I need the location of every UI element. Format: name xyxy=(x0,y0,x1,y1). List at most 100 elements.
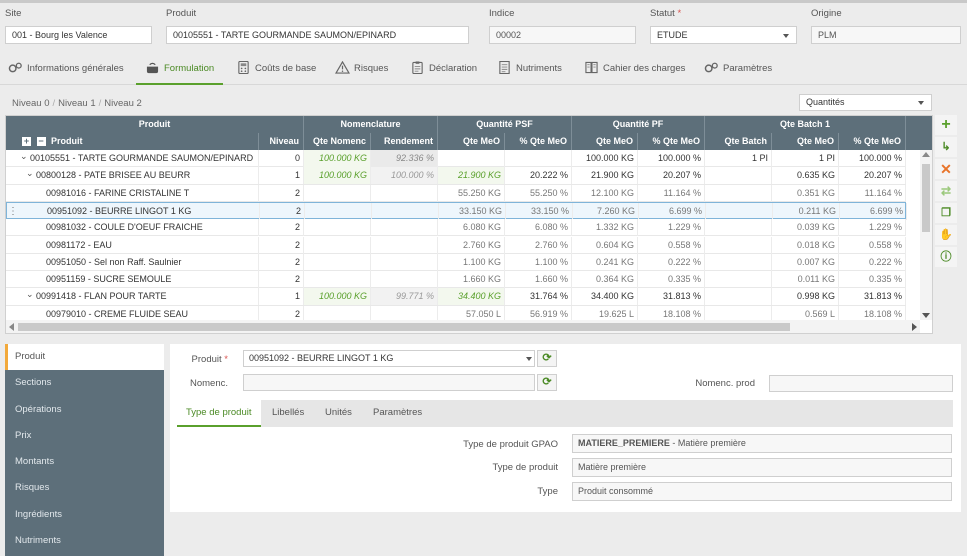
table-row[interactable]: 00951050 - Sel non Raff. Saulnier 2 1.100 … xyxy=(6,253,906,272)
tab-parametres[interactable]: Paramètres xyxy=(704,55,772,85)
chevron-down-icon[interactable]: ⌄ xyxy=(26,288,34,303)
type-input[interactable]: Produit consommé xyxy=(572,482,952,501)
nomenc-input[interactable] xyxy=(243,374,535,391)
cell-qn xyxy=(305,202,372,220)
sidebar-item-montants[interactable]: Montants xyxy=(5,449,164,475)
insert-child-icon[interactable]: ↳ xyxy=(935,137,957,157)
statut-label: Statut * xyxy=(650,8,797,21)
chevron-down-icon[interactable]: ⌄ xyxy=(26,167,34,182)
swap-icon[interactable]: ⇄ xyxy=(935,181,957,201)
sidebar-item-sections[interactable]: Sections xyxy=(5,370,164,396)
statut-select[interactable]: ETUDE xyxy=(650,26,797,44)
table-row[interactable]: ⌄ 00991418 - FLAN POUR TARTE 1 100.000 KG 99… xyxy=(6,288,906,306)
subtab-unites[interactable]: Unités xyxy=(325,400,352,427)
col-header-pf-pct-qte-meo[interactable]: % Qte MeO xyxy=(638,133,705,150)
gears-icon xyxy=(8,62,22,73)
vertical-scrollbar[interactable] xyxy=(920,150,932,320)
col-header-rendement[interactable]: Rendement xyxy=(371,133,438,150)
col-header-psf-qte-meo[interactable]: Qte MeO xyxy=(438,133,505,150)
collapse-all-icon[interactable]: − xyxy=(36,137,46,147)
expand-all-icon[interactable]: + xyxy=(22,137,31,147)
subtab-libelles[interactable]: Libellés xyxy=(272,400,304,427)
tab-nutriments[interactable]: Nutriments xyxy=(497,55,562,85)
gears-icon xyxy=(704,62,718,73)
col-header-qte-nomenc[interactable]: Qte Nomenc xyxy=(304,133,371,150)
table-row[interactable]: ⌄ 00105551 - TARTE GOURMANDE SAUMON/EPINA… xyxy=(6,150,906,168)
cell-pf: 12.100 KG xyxy=(572,184,638,202)
nomenc-prod-input[interactable] xyxy=(769,375,953,392)
table-row[interactable]: 00981016 - FARINE CRISTALINE T 2 55.250 KG… xyxy=(6,184,906,202)
breadcrumb-niveau-0[interactable]: Niveau 0 xyxy=(12,98,50,109)
cell-bq: 0.351 KG xyxy=(772,184,839,202)
cell-produit-text: 00951050 - Sel non Raff. Saulnier xyxy=(46,256,182,267)
tab-risques[interactable]: Risques xyxy=(335,55,388,85)
table-row[interactable]: 00981032 - COULE D'OEUF FRAICHE 2 6.080 KG… xyxy=(6,219,906,237)
scroll-right-icon[interactable] xyxy=(912,323,917,331)
cell-produit-text: 00979010 - CREME FLUIDE SEAU xyxy=(46,308,189,319)
tab-formulation[interactable]: Formulation xyxy=(136,55,224,85)
col-header-pf-qte-meo[interactable]: Qte MeO xyxy=(572,133,638,150)
cell-bq: 0.018 KG xyxy=(772,236,839,254)
scroll-up-icon[interactable] xyxy=(922,152,930,157)
tab-declaration[interactable]: Déclaration xyxy=(410,55,477,85)
refresh-icon[interactable]: ⟳ xyxy=(537,350,557,367)
nomenc-label: Nomenc. xyxy=(189,378,228,389)
table-row[interactable]: 00981172 - EAU 2 2.760 KG 2.760 % 0.604 KG 0.… xyxy=(6,236,906,254)
cell-niv: 2 xyxy=(259,271,304,289)
tab-cahier-des-charges[interactable]: Cahier des charges xyxy=(584,55,685,85)
sidebar-item-prix[interactable]: Prix xyxy=(5,423,164,449)
col-header-niveau[interactable]: Niveau xyxy=(259,133,304,150)
sidebar-item-risques[interactable]: Risques xyxy=(5,475,164,501)
subtab-parametres[interactable]: Paramètres xyxy=(373,400,422,427)
col-header-psf-pct-qte-meo[interactable]: % Qte MeO xyxy=(505,133,572,150)
warning-icon xyxy=(335,60,350,74)
info-icon[interactable]: ⓘ xyxy=(935,247,957,267)
scroll-down-icon[interactable] xyxy=(922,313,930,318)
sidebar-item-operations[interactable]: Opérations xyxy=(5,397,164,423)
site-input[interactable]: 001 - Bourg les Valence xyxy=(5,26,152,44)
chevron-down-icon xyxy=(526,357,532,361)
refresh-icon[interactable]: ⟳ xyxy=(537,374,557,391)
origine-input[interactable]: PLM xyxy=(811,26,961,44)
indice-input[interactable]: 00002 xyxy=(489,26,636,44)
breadcrumb-niveau-2[interactable]: Niveau 2 xyxy=(104,98,142,109)
add-icon[interactable]: + xyxy=(935,115,957,135)
tab-label: Risques xyxy=(354,63,389,74)
type-gpao-input[interactable]: MATIERE_PREMIERE - Matière première xyxy=(572,434,952,453)
horizontal-scrollbar[interactable] xyxy=(6,320,920,333)
quantites-select[interactable]: Quantités xyxy=(799,94,932,111)
produit-input[interactable]: 00105551 - TARTE GOURMANDE SAUMON/EPINAR… xyxy=(166,26,469,44)
scrollbar-thumb[interactable] xyxy=(922,164,930,232)
sidebar-item-nutriments[interactable]: Nutriments xyxy=(5,528,164,554)
cell-produit-text: 00800128 - PATE BRISEE AU BEURR xyxy=(36,170,191,181)
type-produit-input[interactable]: Matière première xyxy=(572,458,952,477)
tab-couts-de-base[interactable]: Coûts de base xyxy=(236,55,316,85)
tab-informations-generales[interactable]: Informations générales xyxy=(8,55,124,85)
paste-icon[interactable]: ✋ xyxy=(935,225,957,245)
cell-pfp: 0.335 % xyxy=(638,271,705,289)
produit-detail-select[interactable]: 00951092 - BEURRE LINGOT 1 KG xyxy=(243,350,535,367)
col-header-batch-pct-qte-meo[interactable]: % Qte MeO xyxy=(839,133,906,150)
sidebar-item-produit[interactable]: Produit xyxy=(5,344,164,371)
sidebar-item-ingredients[interactable]: Ingrédients xyxy=(5,502,164,528)
cell-psfp: 1.100 % xyxy=(505,253,572,271)
col-header-batch-qte-meo[interactable]: Qte MeO xyxy=(772,133,839,150)
copy-icon[interactable]: ❐ xyxy=(935,203,957,223)
drag-handle-icon[interactable]: ⋮ xyxy=(8,203,18,220)
scrollbar-thumb[interactable] xyxy=(18,323,790,331)
table-row[interactable]: 00951092 - BEURRE LINGOT 1 KG ⋮ 2 33.150 KG… xyxy=(6,201,907,220)
col-header-produit[interactable]: + − Produit xyxy=(6,133,259,150)
cell-bqp: 0.558 % xyxy=(839,236,906,254)
table-row[interactable]: 00951159 - SUCRE SEMOULE 2 1.660 KG 1.660 %… xyxy=(6,271,906,289)
tab-label: Paramètres xyxy=(723,63,773,74)
table-row[interactable]: ⌄ 00800128 - PATE BRISEE AU BEURR 1 100.000… xyxy=(6,167,906,185)
chevron-down-icon[interactable]: ⌄ xyxy=(20,150,28,165)
delete-icon[interactable]: ✕ xyxy=(935,159,957,179)
col-header-qte-batch[interactable]: Qte Batch xyxy=(705,133,772,150)
scroll-left-icon[interactable] xyxy=(9,323,14,331)
subtab-type-de-produit[interactable]: Type de produit xyxy=(177,400,261,427)
produit-field: Produit 00105551 - TARTE GOURMANDE SAUMO… xyxy=(166,8,469,44)
cell-batch xyxy=(705,271,772,289)
breadcrumb-niveau-1[interactable]: Niveau 1 xyxy=(58,98,96,109)
grid-column-header: + − Produit Niveau Qte Nomenc Rendement … xyxy=(6,133,932,150)
